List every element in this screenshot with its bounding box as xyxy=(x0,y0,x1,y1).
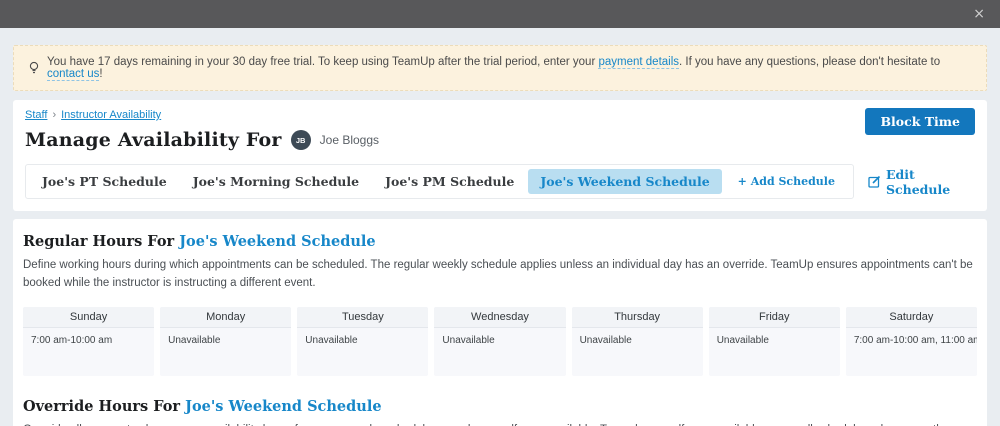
trial-banner-text: You have 17 days remaining in your 30 da… xyxy=(47,56,972,80)
contact-us-link[interactable]: contact us xyxy=(47,68,99,81)
day-header: Saturday xyxy=(846,307,977,328)
day-hours: Unavailable xyxy=(160,328,291,376)
day-hours: 7:00 am-10:00 am xyxy=(23,328,154,376)
override-hours-heading-text: Override Hours For xyxy=(23,398,185,415)
edit-pencil-icon xyxy=(868,175,881,188)
edit-schedule-button[interactable]: Edit Schedule xyxy=(868,167,975,197)
override-hours-section: Override Hours For Joe's Weekend Schedul… xyxy=(23,398,977,426)
regular-hours-heading-text: Regular Hours For xyxy=(23,233,179,250)
day-hours: Unavailable xyxy=(709,328,840,376)
override-hours-description: Override allows you to change your avail… xyxy=(23,422,977,426)
avatar: JB xyxy=(291,130,311,150)
breadcrumb: Staff › Instructor Availability xyxy=(25,109,975,121)
edit-schedule-label: Edit Schedule xyxy=(886,167,975,197)
tab-joes-weekend-schedule[interactable]: Joe's Weekend Schedule xyxy=(528,169,721,194)
instructor-name: Joe Bloggs xyxy=(320,133,379,147)
window-titlebar: × xyxy=(0,0,1000,28)
schedule-tabs: Joe's PT Schedule Joe's Morning Schedule… xyxy=(25,164,854,199)
day-header: Friday xyxy=(709,307,840,328)
regular-hours-heading: Regular Hours For Joe's Weekend Schedule xyxy=(23,233,977,250)
override-hours-heading: Override Hours For Joe's Weekend Schedul… xyxy=(23,398,977,415)
day-column-wednesday[interactable]: Wednesday Unavailable xyxy=(434,307,565,376)
block-time-button[interactable]: Block Time xyxy=(865,108,975,135)
trial-text-1: You have 17 days remaining in your 30 da… xyxy=(47,56,598,68)
day-column-sunday[interactable]: Sunday 7:00 am-10:00 am xyxy=(23,307,154,376)
day-hours: Unavailable xyxy=(572,328,703,376)
payment-details-link[interactable]: payment details xyxy=(598,56,679,69)
weekly-hours-table: Sunday 7:00 am-10:00 am Monday Unavailab… xyxy=(23,307,977,376)
day-header: Sunday xyxy=(23,307,154,328)
breadcrumb-instructor-availability-link[interactable]: Instructor Availability xyxy=(61,109,161,121)
day-column-monday[interactable]: Monday Unavailable xyxy=(160,307,291,376)
override-hours-schedule-link[interactable]: Joe's Weekend Schedule xyxy=(185,398,381,415)
breadcrumb-staff-link[interactable]: Staff xyxy=(25,109,47,121)
regular-hours-schedule-link[interactable]: Joe's Weekend Schedule xyxy=(179,233,375,250)
day-column-saturday[interactable]: Saturday 7:00 am-10:00 am, 11:00 am-1:30… xyxy=(846,307,977,376)
trial-text-3: ! xyxy=(99,68,102,80)
tab-joes-pm-schedule[interactable]: Joe's PM Schedule xyxy=(373,169,526,194)
day-column-friday[interactable]: Friday Unavailable xyxy=(709,307,840,376)
day-header: Wednesday xyxy=(434,307,565,328)
availability-body-card: Regular Hours For Joe's Weekend Schedule… xyxy=(13,219,987,426)
day-column-thursday[interactable]: Thursday Unavailable xyxy=(572,307,703,376)
day-header: Monday xyxy=(160,307,291,328)
trial-banner: You have 17 days remaining in your 30 da… xyxy=(13,45,987,91)
day-column-tuesday[interactable]: Tuesday Unavailable xyxy=(297,307,428,376)
tab-joes-pt-schedule[interactable]: Joe's PT Schedule xyxy=(30,169,179,194)
page-title: Manage Availability For xyxy=(25,129,282,151)
breadcrumb-separator: › xyxy=(52,109,56,121)
close-icon[interactable]: × xyxy=(973,7,985,21)
trial-text-2: . If you have any questions, please don'… xyxy=(679,56,940,68)
availability-header-card: Staff › Instructor Availability Block Time… xyxy=(13,100,987,211)
day-header: Tuesday xyxy=(297,307,428,328)
lightbulb-icon xyxy=(28,61,40,75)
day-header: Thursday xyxy=(572,307,703,328)
day-hours: Unavailable xyxy=(434,328,565,376)
add-schedule-button[interactable]: + Add Schedule xyxy=(724,170,849,193)
day-hours: 7:00 am-10:00 am, 11:00 am-1:30 pm xyxy=(846,328,977,376)
regular-hours-section: Regular Hours For Joe's Weekend Schedule… xyxy=(23,233,977,376)
regular-hours-description: Define working hours during which appoin… xyxy=(23,257,977,293)
day-hours: Unavailable xyxy=(297,328,428,376)
tab-joes-morning-schedule[interactable]: Joe's Morning Schedule xyxy=(181,169,371,194)
